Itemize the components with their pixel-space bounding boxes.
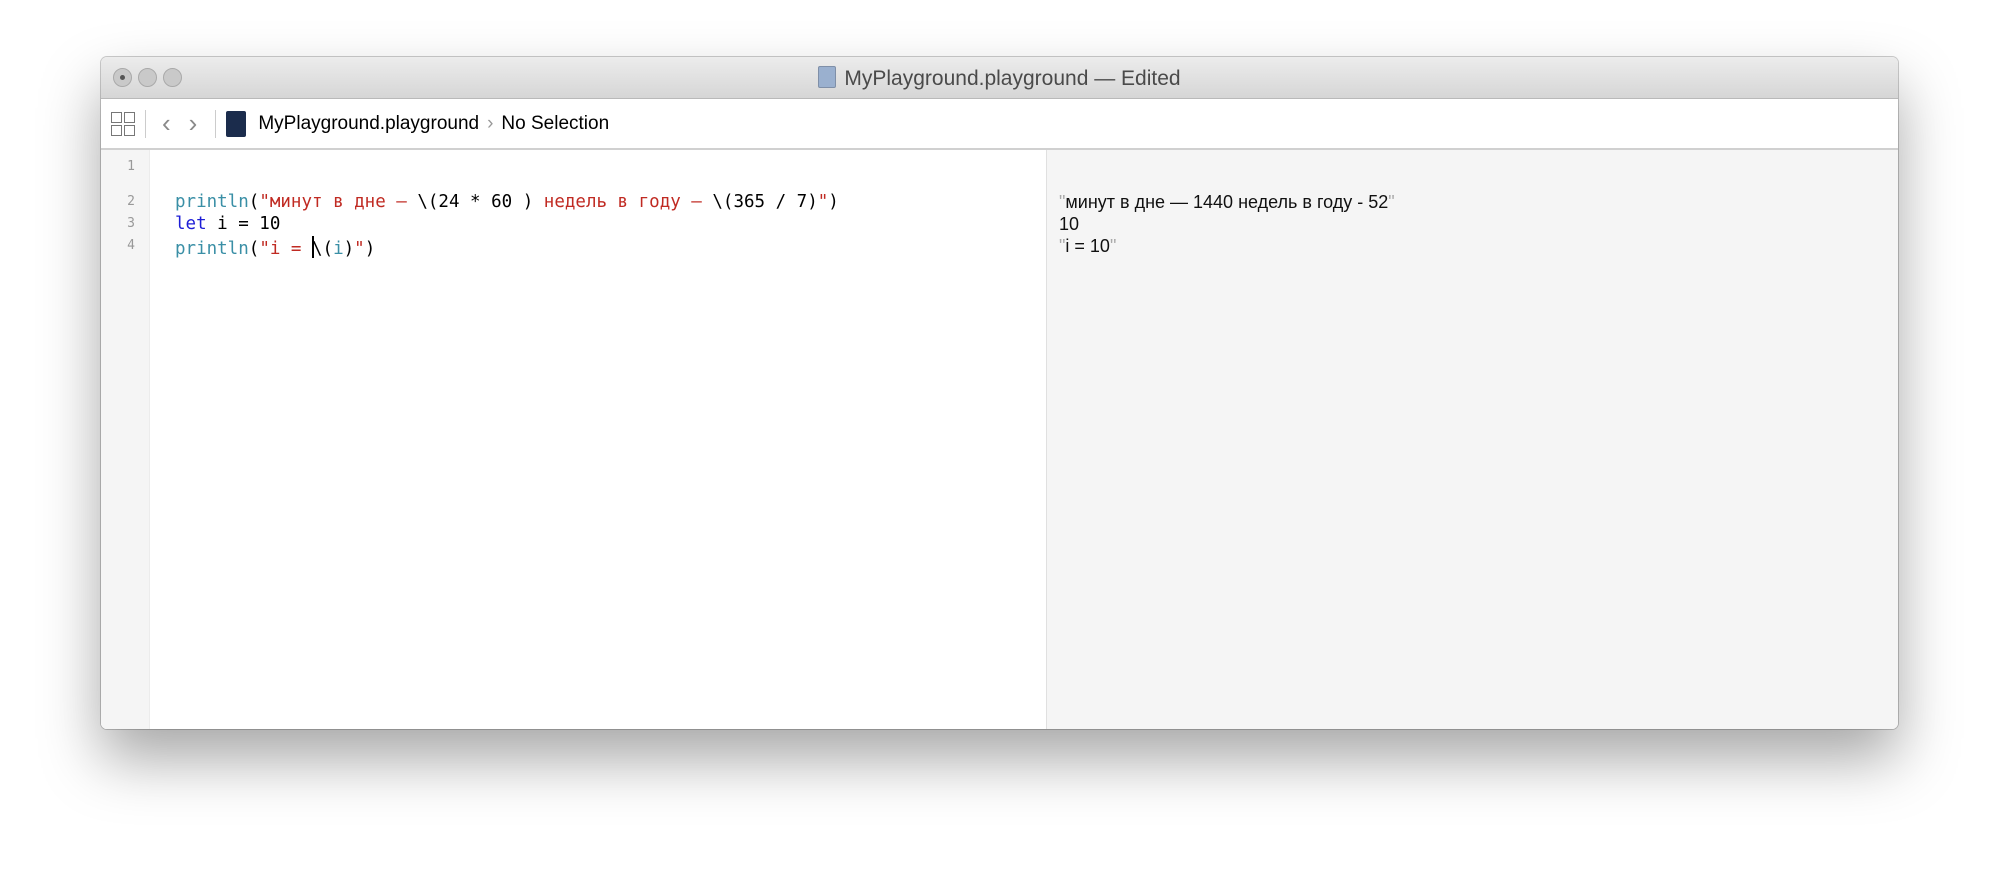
- title-bar: MyPlayground.playground — Edited: [101, 57, 1898, 99]
- divider: [215, 109, 217, 138]
- line-number: 2: [127, 194, 135, 209]
- grid-icon[interactable]: [111, 111, 135, 136]
- breadcrumb-selection[interactable]: No Selection: [501, 113, 609, 135]
- code-line[interactable]: let i = 10: [175, 214, 280, 234]
- code-token: ): [343, 239, 355, 259]
- back-button[interactable]: ‹: [162, 108, 171, 139]
- window-title-text: MyPlayground.playground — Edited: [844, 67, 1181, 90]
- code-line[interactable]: println("i = \(i)"): [175, 236, 375, 259]
- result-value[interactable]: "минут в дне — 1440 недель в году - 52": [1059, 192, 1395, 213]
- code-token: (: [248, 239, 260, 259]
- code-token: "минут в дне –: [259, 192, 418, 212]
- code-token: недель в году –: [533, 192, 713, 212]
- results-sidebar: "минут в дне — 1440 недель в году - 52" 1…: [1047, 150, 1898, 729]
- code-token: ": [354, 239, 365, 259]
- line-gutter: 1 2 3 4: [101, 150, 150, 729]
- code-token: ": [817, 192, 829, 212]
- code-editor[interactable]: 1 2 3 4 println("минут в дне – \(24 * 60 ) …: [101, 150, 1047, 729]
- jump-bar: ‹ › MyPlayground.playground › No Selecti…: [101, 99, 1898, 150]
- breadcrumb-file[interactable]: MyPlayground.playground: [258, 113, 479, 135]
- code-token: \(24 * 60 ): [417, 192, 534, 212]
- code-token: let: [175, 214, 207, 234]
- line-number: 4: [127, 238, 135, 253]
- forward-button[interactable]: ›: [189, 108, 198, 139]
- code-token: \(365 / 7): [712, 192, 818, 212]
- code-token: ): [828, 192, 839, 212]
- result-value[interactable]: 10: [1059, 214, 1079, 235]
- playground-icon: [226, 110, 247, 137]
- breadcrumb-separator: ›: [487, 112, 494, 134]
- code-token: (: [248, 192, 260, 212]
- code-token: println: [175, 192, 249, 212]
- code-token: i: [333, 239, 344, 259]
- code-token: i = 10: [206, 214, 281, 234]
- playground-file-icon: [818, 66, 837, 88]
- window-title: MyPlayground.playground — Edited: [101, 66, 1898, 91]
- result-value[interactable]: "i = 10": [1059, 236, 1116, 257]
- code-token: println: [175, 239, 249, 259]
- code-token: \(: [312, 239, 334, 259]
- code-token: "i =: [259, 239, 312, 259]
- line-number: 3: [127, 216, 135, 231]
- divider: [145, 109, 146, 138]
- playground-window: MyPlayground.playground — Edited ‹ › MyP…: [101, 57, 1898, 729]
- code-token: ): [364, 239, 376, 259]
- code-line[interactable]: println("минут в дне – \(24 * 60 ) недел…: [175, 192, 839, 212]
- line-number: 1: [127, 159, 135, 174]
